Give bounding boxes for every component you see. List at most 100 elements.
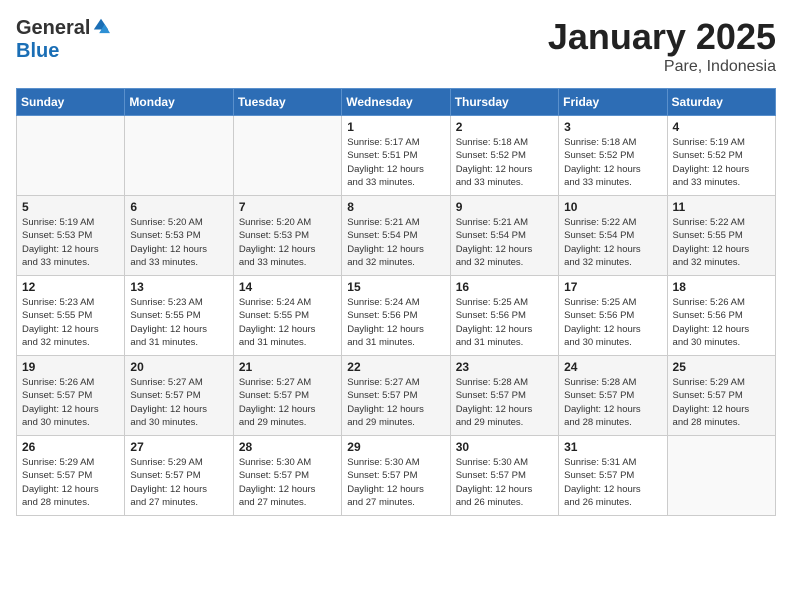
day-number: 16 xyxy=(456,280,553,294)
day-number: 14 xyxy=(239,280,336,294)
day-info: Sunrise: 5:30 AM Sunset: 5:57 PM Dayligh… xyxy=(347,456,444,509)
day-number: 24 xyxy=(564,360,661,374)
day-number: 25 xyxy=(673,360,770,374)
day-number: 10 xyxy=(564,200,661,214)
day-info: Sunrise: 5:25 AM Sunset: 5:56 PM Dayligh… xyxy=(564,296,661,349)
logo-icon xyxy=(92,16,110,34)
week-row-3: 12Sunrise: 5:23 AM Sunset: 5:55 PM Dayli… xyxy=(17,276,776,356)
day-number: 21 xyxy=(239,360,336,374)
location-text: Pare, Indonesia xyxy=(548,58,776,76)
day-info: Sunrise: 5:30 AM Sunset: 5:57 PM Dayligh… xyxy=(239,456,336,509)
weekday-header-saturday: Saturday xyxy=(667,89,775,116)
weekday-header-monday: Monday xyxy=(125,89,233,116)
day-number: 22 xyxy=(347,360,444,374)
day-info: Sunrise: 5:21 AM Sunset: 5:54 PM Dayligh… xyxy=(456,216,553,269)
calendar-cell: 21Sunrise: 5:27 AM Sunset: 5:57 PM Dayli… xyxy=(233,356,341,436)
calendar-cell: 22Sunrise: 5:27 AM Sunset: 5:57 PM Dayli… xyxy=(342,356,450,436)
calendar-cell xyxy=(233,116,341,196)
calendar-cell xyxy=(17,116,125,196)
week-row-4: 19 Sunrise: 5:26 AM Sunset: 5:57 PM Dayli… xyxy=(17,356,776,436)
logo-general-text: General xyxy=(16,17,90,40)
day-info: Sunrise: 5:29 AM Sunset: 5:57 PM Dayligh… xyxy=(22,456,119,509)
weekday-header-wednesday: Wednesday xyxy=(342,89,450,116)
day-number: 29 xyxy=(347,440,444,454)
day-number: 8 xyxy=(347,200,444,214)
calendar-cell: 9 Sunrise: 5:21 AM Sunset: 5:54 PM Daylig… xyxy=(450,196,558,276)
day-info: Sunrise: 5:26 AM Sunset: 5:56 PM Dayligh… xyxy=(673,296,770,349)
day-number: 31 xyxy=(564,440,661,454)
day-info: Sunrise: 5:17 AM Sunset: 5:51 PM Dayligh… xyxy=(347,136,444,189)
calendar-cell: 6Sunrise: 5:20 AM Sunset: 5:53 PM Daylig… xyxy=(125,196,233,276)
day-info: Sunrise: 5:20 AM Sunset: 5:53 PM Dayligh… xyxy=(239,216,336,269)
calendar-cell: 11 Sunrise: 5:22 AM Sunset: 5:55 PM Dayli… xyxy=(667,196,775,276)
calendar-cell: 25 Sunrise: 5:29 AM Sunset: 5:57 PM Dayli… xyxy=(667,356,775,436)
calendar-cell: 26 Sunrise: 5:29 AM Sunset: 5:57 PM Dayli… xyxy=(17,436,125,516)
day-info: Sunrise: 5:21 AM Sunset: 5:54 PM Dayligh… xyxy=(347,216,444,269)
calendar-cell: 29 Sunrise: 5:30 AM Sunset: 5:57 PM Dayli… xyxy=(342,436,450,516)
week-row-5: 26 Sunrise: 5:29 AM Sunset: 5:57 PM Dayli… xyxy=(17,436,776,516)
day-number: 4 xyxy=(673,120,770,134)
calendar-cell: 2 Sunrise: 5:18 AM Sunset: 5:52 PM Daylig… xyxy=(450,116,558,196)
calendar-cell: 20Sunrise: 5:27 AM Sunset: 5:57 PM Dayli… xyxy=(125,356,233,436)
week-row-2: 5 Sunrise: 5:19 AM Sunset: 5:53 PM Daylig… xyxy=(17,196,776,276)
month-title: January 2025 xyxy=(548,16,776,58)
day-number: 18 xyxy=(673,280,770,294)
day-number: 9 xyxy=(456,200,553,214)
calendar-cell xyxy=(667,436,775,516)
calendar-cell: 8 Sunrise: 5:21 AM Sunset: 5:54 PM Daylig… xyxy=(342,196,450,276)
calendar-cell: 17 Sunrise: 5:25 AM Sunset: 5:56 PM Dayli… xyxy=(559,276,667,356)
day-info: Sunrise: 5:22 AM Sunset: 5:55 PM Dayligh… xyxy=(673,216,770,269)
weekday-header-friday: Friday xyxy=(559,89,667,116)
calendar-cell: 7 Sunrise: 5:20 AM Sunset: 5:53 PM Daylig… xyxy=(233,196,341,276)
page-header: General Blue January 2025 Pare, Indonesi… xyxy=(16,16,776,76)
calendar-cell: 10 Sunrise: 5:22 AM Sunset: 5:54 PM Dayli… xyxy=(559,196,667,276)
day-info: Sunrise: 5:25 AM Sunset: 5:56 PM Dayligh… xyxy=(456,296,553,349)
calendar-cell: 24 Sunrise: 5:28 AM Sunset: 5:57 PM Dayli… xyxy=(559,356,667,436)
day-info: Sunrise: 5:24 AM Sunset: 5:56 PM Dayligh… xyxy=(347,296,444,349)
calendar-cell xyxy=(125,116,233,196)
day-number: 19 xyxy=(22,360,119,374)
day-number: 3 xyxy=(564,120,661,134)
day-info: Sunrise: 5:26 AM Sunset: 5:57 PM Dayligh… xyxy=(22,376,119,429)
day-number: 27 xyxy=(130,440,227,454)
calendar-cell: 18 Sunrise: 5:26 AM Sunset: 5:56 PM Dayli… xyxy=(667,276,775,356)
calendar-cell: 3Sunrise: 5:18 AM Sunset: 5:52 PM Daylig… xyxy=(559,116,667,196)
day-info: Sunrise: 5:18 AM Sunset: 5:52 PM Dayligh… xyxy=(456,136,553,189)
logo: General Blue xyxy=(16,16,110,63)
day-info: Sunrise: 5:24 AM Sunset: 5:55 PM Dayligh… xyxy=(239,296,336,349)
day-info: Sunrise: 5:31 AM Sunset: 5:57 PM Dayligh… xyxy=(564,456,661,509)
day-info: Sunrise: 5:23 AM Sunset: 5:55 PM Dayligh… xyxy=(130,296,227,349)
calendar-cell: 23 Sunrise: 5:28 AM Sunset: 5:57 PM Dayli… xyxy=(450,356,558,436)
calendar-cell: 4 Sunrise: 5:19 AM Sunset: 5:52 PM Daylig… xyxy=(667,116,775,196)
day-info: Sunrise: 5:19 AM Sunset: 5:52 PM Dayligh… xyxy=(673,136,770,189)
calendar-cell: 30Sunrise: 5:30 AM Sunset: 5:57 PM Dayli… xyxy=(450,436,558,516)
calendar-cell: 31 Sunrise: 5:31 AM Sunset: 5:57 PM Dayli… xyxy=(559,436,667,516)
day-number: 7 xyxy=(239,200,336,214)
calendar-cell: 27Sunrise: 5:29 AM Sunset: 5:57 PM Dayli… xyxy=(125,436,233,516)
day-number: 17 xyxy=(564,280,661,294)
day-info: Sunrise: 5:29 AM Sunset: 5:57 PM Dayligh… xyxy=(673,376,770,429)
day-number: 13 xyxy=(130,280,227,294)
day-info: Sunrise: 5:19 AM Sunset: 5:53 PM Dayligh… xyxy=(22,216,119,269)
weekday-header-tuesday: Tuesday xyxy=(233,89,341,116)
calendar-cell: 12Sunrise: 5:23 AM Sunset: 5:55 PM Dayli… xyxy=(17,276,125,356)
day-number: 28 xyxy=(239,440,336,454)
day-number: 23 xyxy=(456,360,553,374)
day-number: 11 xyxy=(673,200,770,214)
calendar-cell: 16 Sunrise: 5:25 AM Sunset: 5:56 PM Dayli… xyxy=(450,276,558,356)
day-info: Sunrise: 5:22 AM Sunset: 5:54 PM Dayligh… xyxy=(564,216,661,269)
logo-blue-text: Blue xyxy=(16,40,59,63)
day-info: Sunrise: 5:28 AM Sunset: 5:57 PM Dayligh… xyxy=(564,376,661,429)
weekday-header-sunday: Sunday xyxy=(17,89,125,116)
day-info: Sunrise: 5:28 AM Sunset: 5:57 PM Dayligh… xyxy=(456,376,553,429)
day-number: 5 xyxy=(22,200,119,214)
day-info: Sunrise: 5:30 AM Sunset: 5:57 PM Dayligh… xyxy=(456,456,553,509)
day-number: 15 xyxy=(347,280,444,294)
day-info: Sunrise: 5:27 AM Sunset: 5:57 PM Dayligh… xyxy=(130,376,227,429)
title-section: January 2025 Pare, Indonesia xyxy=(548,16,776,76)
weekday-header-thursday: Thursday xyxy=(450,89,558,116)
calendar-cell: 13 Sunrise: 5:23 AM Sunset: 5:55 PM Dayli… xyxy=(125,276,233,356)
day-number: 2 xyxy=(456,120,553,134)
day-number: 26 xyxy=(22,440,119,454)
calendar-cell: 1Sunrise: 5:17 AM Sunset: 5:51 PM Daylig… xyxy=(342,116,450,196)
